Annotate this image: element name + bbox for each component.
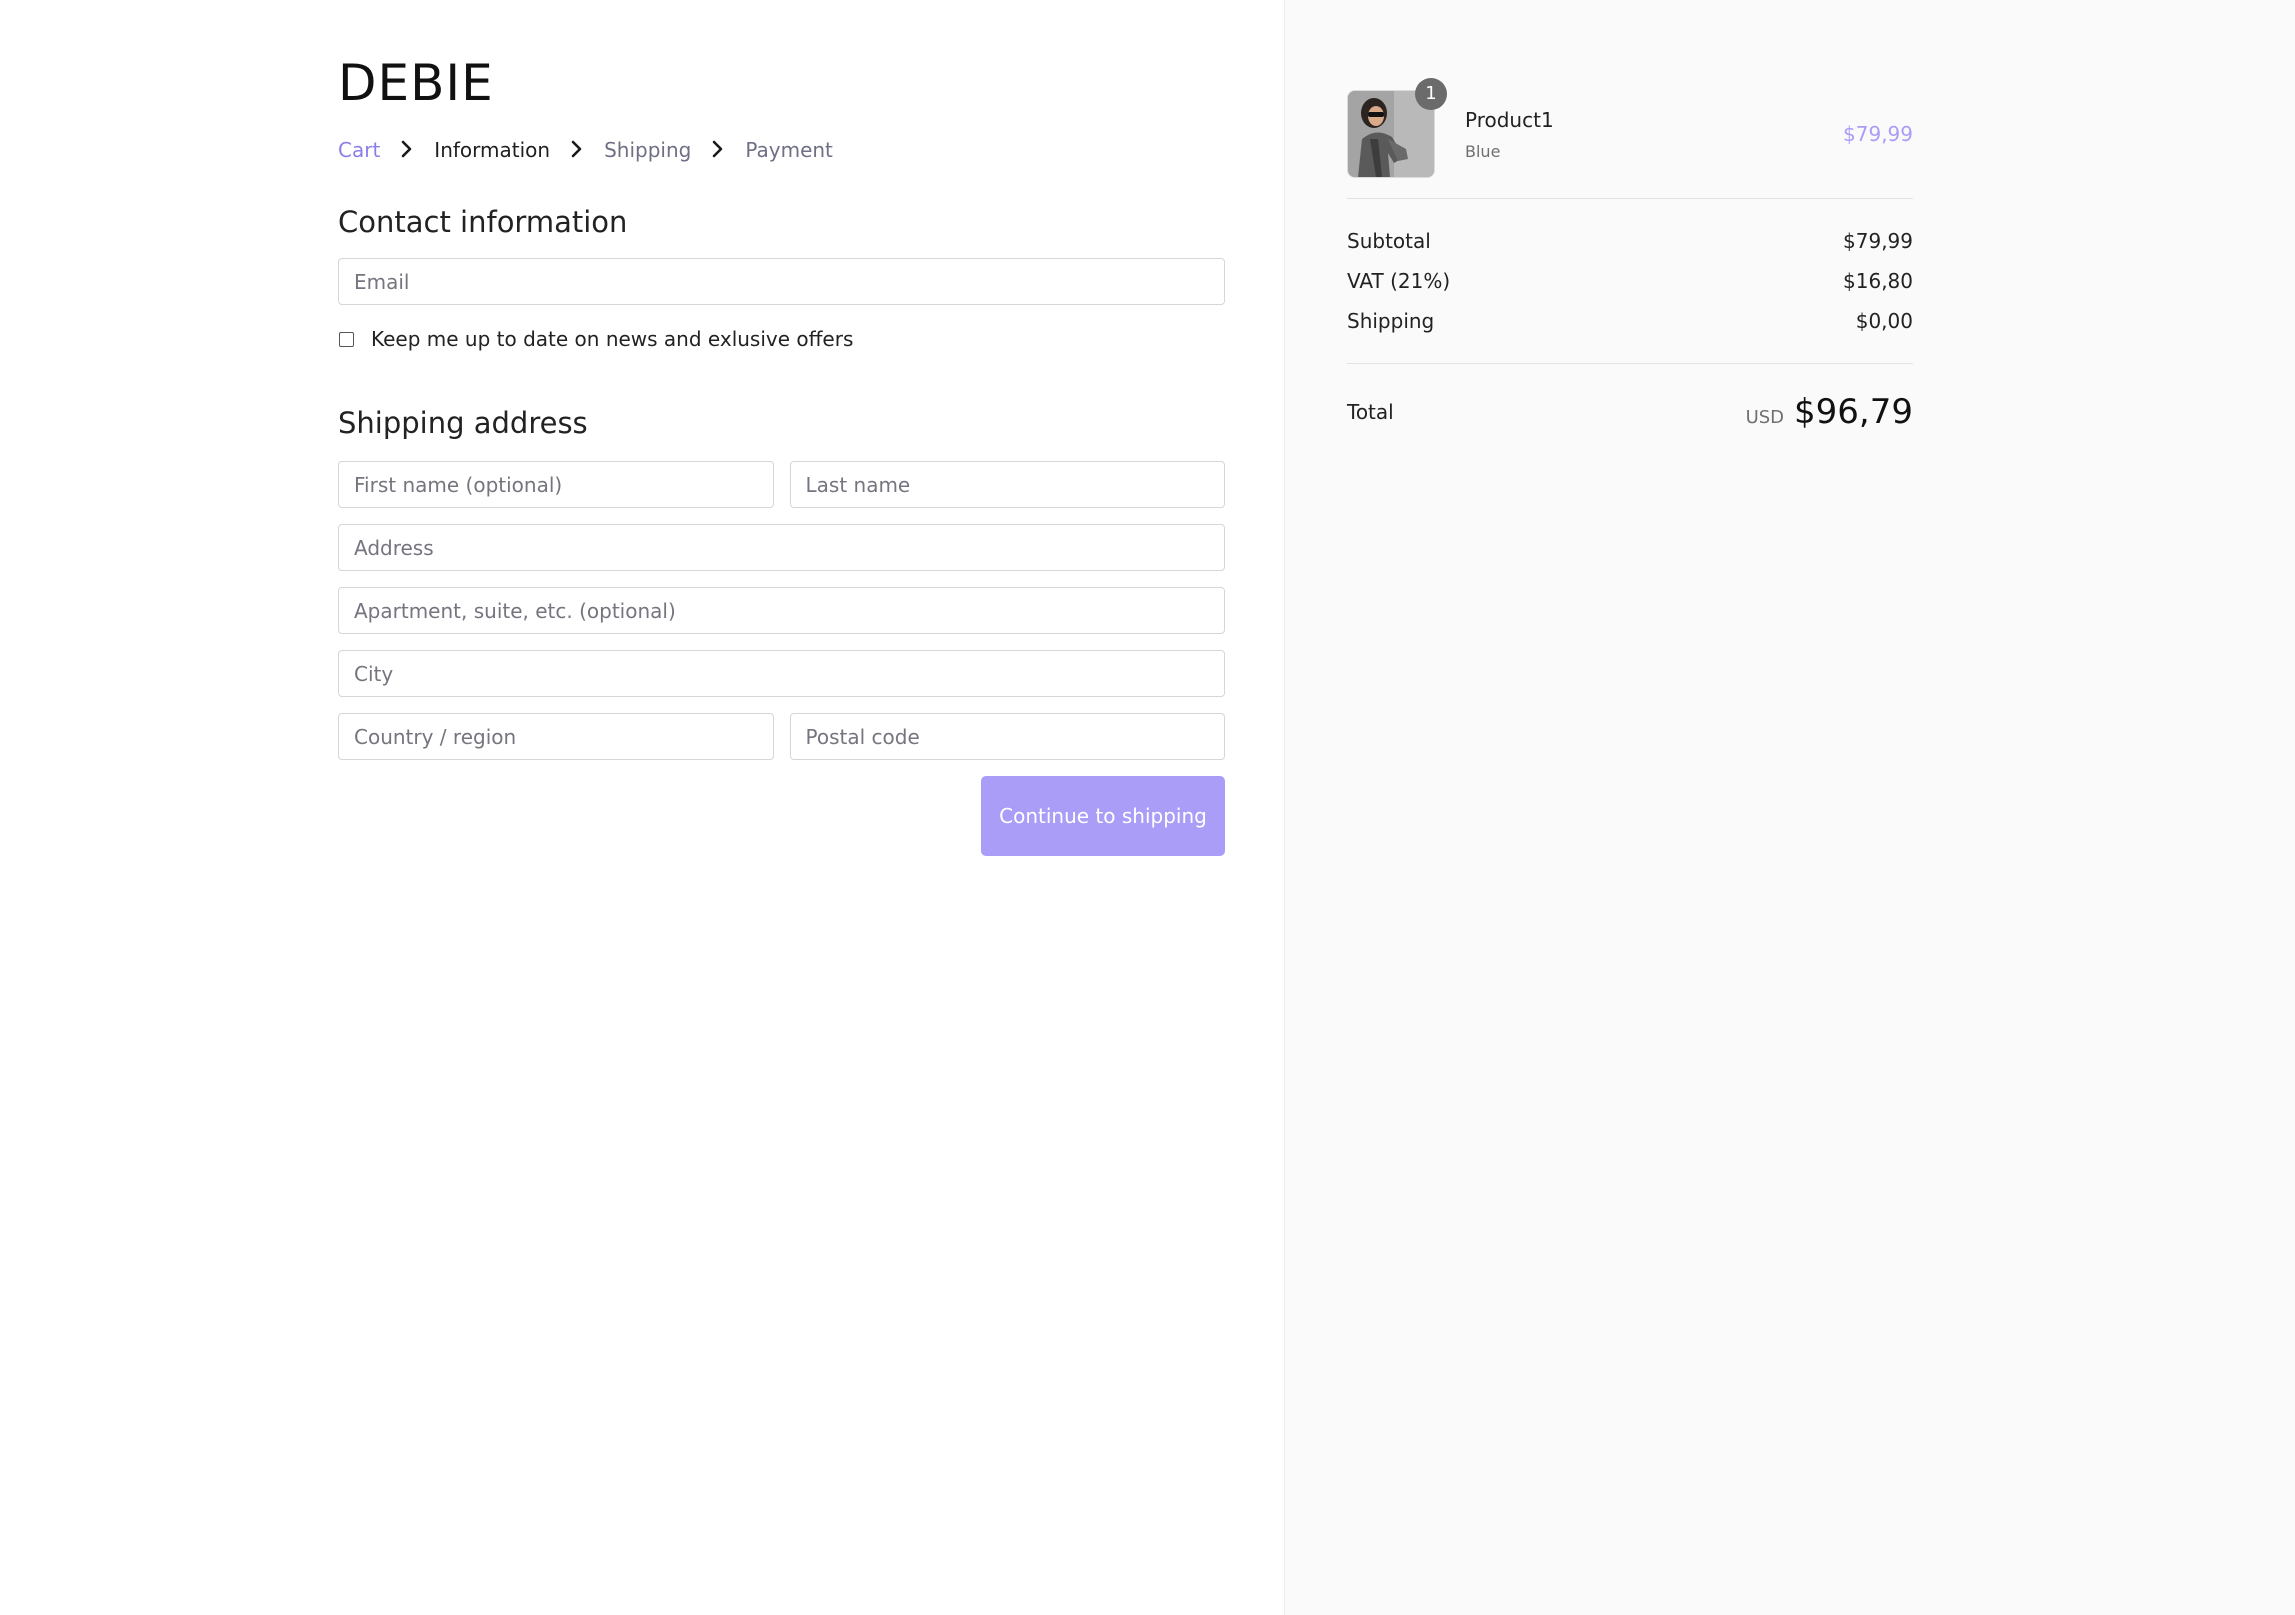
- city-row: [338, 650, 1225, 697]
- email-input[interactable]: [338, 258, 1225, 305]
- shipping-address-title: Shipping address: [338, 406, 588, 440]
- breadcrumb-cart[interactable]: Cart: [338, 138, 380, 162]
- postal-code-input[interactable]: [789, 713, 1225, 760]
- vat-value: $16,80: [1843, 269, 1913, 293]
- form-actions: Continue to shipping: [338, 776, 1225, 856]
- email-field-wrapper: [338, 258, 1225, 305]
- breadcrumb-payment: Payment: [745, 138, 833, 162]
- city-input[interactable]: [338, 650, 1225, 697]
- country-input[interactable]: [338, 713, 774, 760]
- product-name: Product1: [1465, 107, 1554, 132]
- shipping-cost-label: Shipping: [1347, 309, 1435, 333]
- chevron-right-icon: [392, 138, 422, 162]
- order-summary: 1 Product1 Blue $79,99 Subtotal $79,99 V…: [1347, 78, 1913, 440]
- breadcrumb-shipping: Shipping: [604, 138, 692, 162]
- summary-divider: [1347, 363, 1913, 364]
- quantity-badge: 1: [1415, 78, 1447, 110]
- total-row: Total USD $96,79: [1347, 384, 1913, 440]
- country-postal-row: [338, 713, 1225, 760]
- summary-divider: [1347, 198, 1913, 199]
- total-value: $96,79: [1794, 392, 1913, 432]
- product-thumbnail: 1: [1347, 78, 1447, 178]
- contact-information-title: Contact information: [338, 205, 628, 239]
- continue-to-shipping-button[interactable]: Continue to shipping: [981, 776, 1225, 856]
- first-name-input[interactable]: [338, 461, 774, 508]
- newsletter-checkbox[interactable]: [339, 331, 354, 347]
- product-info: Product1 Blue: [1465, 108, 1843, 161]
- breadcrumb: Cart Information Shipping Payment: [338, 132, 1225, 168]
- order-summary-sidebar: 1 Product1 Blue $79,99 Subtotal $79,99 V…: [1284, 0, 2295, 1615]
- last-name-input[interactable]: [789, 461, 1225, 508]
- subtotal-label: Subtotal: [1347, 229, 1431, 253]
- address-input[interactable]: [338, 524, 1225, 571]
- checkout-main: DEBIE Cart Information Shipping Payment …: [0, 0, 1284, 1615]
- cart-line-item: 1 Product1 Blue $79,99: [1347, 78, 1913, 178]
- total-amount: USD $96,79: [1746, 392, 1913, 432]
- checkout-page: DEBIE Cart Information Shipping Payment …: [0, 0, 2295, 1615]
- apartment-input[interactable]: [338, 587, 1225, 634]
- chevron-right-icon: [703, 138, 733, 162]
- shipping-cost-row: Shipping $0,00: [1347, 301, 1913, 341]
- currency-code: USD: [1745, 407, 1785, 428]
- name-row: [338, 461, 1225, 508]
- chevron-right-icon: [562, 138, 592, 162]
- apartment-row: [338, 587, 1225, 634]
- vat-label: VAT (21%): [1347, 269, 1451, 293]
- subtotal-row: Subtotal $79,99: [1347, 221, 1913, 261]
- total-label: Total: [1347, 400, 1394, 424]
- subtotal-value: $79,99: [1843, 229, 1913, 253]
- product-variant: Blue: [1465, 141, 1501, 161]
- shipping-cost-value: $0,00: [1855, 309, 1913, 333]
- newsletter-label: Keep me up to date on news and exlusive …: [371, 327, 854, 351]
- vat-row: VAT (21%) $16,80: [1347, 261, 1913, 301]
- breadcrumb-information: Information: [434, 138, 551, 162]
- address-row: [338, 524, 1225, 571]
- newsletter-option[interactable]: Keep me up to date on news and exlusive …: [338, 325, 1225, 353]
- checkout-form-container: DEBIE Cart Information Shipping Payment …: [338, 58, 1225, 856]
- store-logo[interactable]: DEBIE: [338, 58, 1225, 118]
- product-price: $79,99: [1843, 122, 1913, 146]
